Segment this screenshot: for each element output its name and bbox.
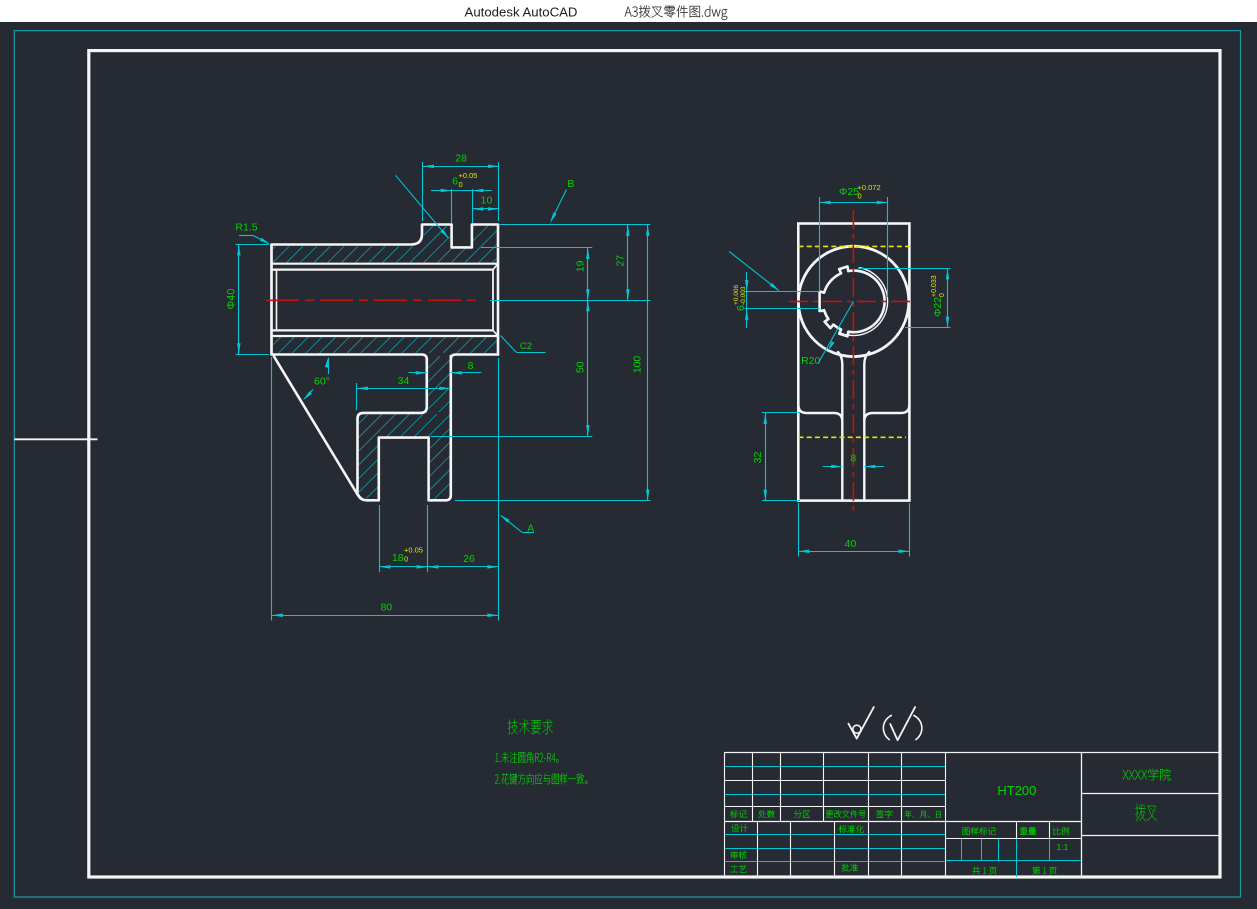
svg-text:A: A: [527, 523, 534, 535]
svg-text:50: 50: [575, 361, 587, 373]
svg-text:+0.05: +0.05: [459, 171, 478, 180]
svg-text:32: 32: [752, 452, 764, 464]
svg-text:80: 80: [380, 602, 392, 614]
svg-text:0: 0: [939, 293, 946, 297]
svg-text:HT200: HT200: [997, 783, 1036, 798]
svg-text:34: 34: [398, 375, 410, 387]
svg-text:40: 40: [845, 538, 857, 550]
svg-text:0: 0: [858, 192, 862, 201]
svg-text:B: B: [567, 178, 574, 190]
svg-text:8: 8: [850, 453, 856, 465]
svg-text:26: 26: [463, 553, 475, 565]
svg-text:0: 0: [404, 555, 408, 564]
svg-text:1:1: 1:1: [1056, 842, 1068, 852]
svg-text:R20: R20: [801, 355, 820, 367]
svg-text:+0.05: +0.05: [404, 546, 423, 555]
svg-text:28: 28: [455, 153, 467, 165]
svg-text:18: 18: [392, 552, 404, 564]
svg-text:Φ22: Φ22: [932, 297, 944, 317]
svg-text:+0.033: +0.033: [931, 275, 938, 297]
svg-text:+0.006: +0.006: [733, 285, 740, 305]
svg-text:Φ40: Φ40: [226, 288, 238, 309]
svg-text:Φ25: Φ25: [839, 186, 859, 198]
svg-text:6: 6: [452, 176, 458, 188]
svg-text:0: 0: [459, 180, 463, 189]
svg-text:Autodesk AutoCAD: Autodesk AutoCAD: [465, 5, 578, 20]
svg-text:100: 100: [632, 356, 644, 374]
svg-text:27: 27: [615, 255, 627, 267]
svg-text:10: 10: [481, 195, 493, 207]
svg-text:-0.003: -0.003: [740, 286, 747, 305]
svg-text:8: 8: [468, 360, 474, 372]
svg-text:19: 19: [575, 260, 587, 272]
svg-text:60°: 60°: [314, 376, 330, 388]
svg-text:R1.5: R1.5: [235, 222, 257, 234]
svg-text:C2: C2: [520, 341, 532, 352]
